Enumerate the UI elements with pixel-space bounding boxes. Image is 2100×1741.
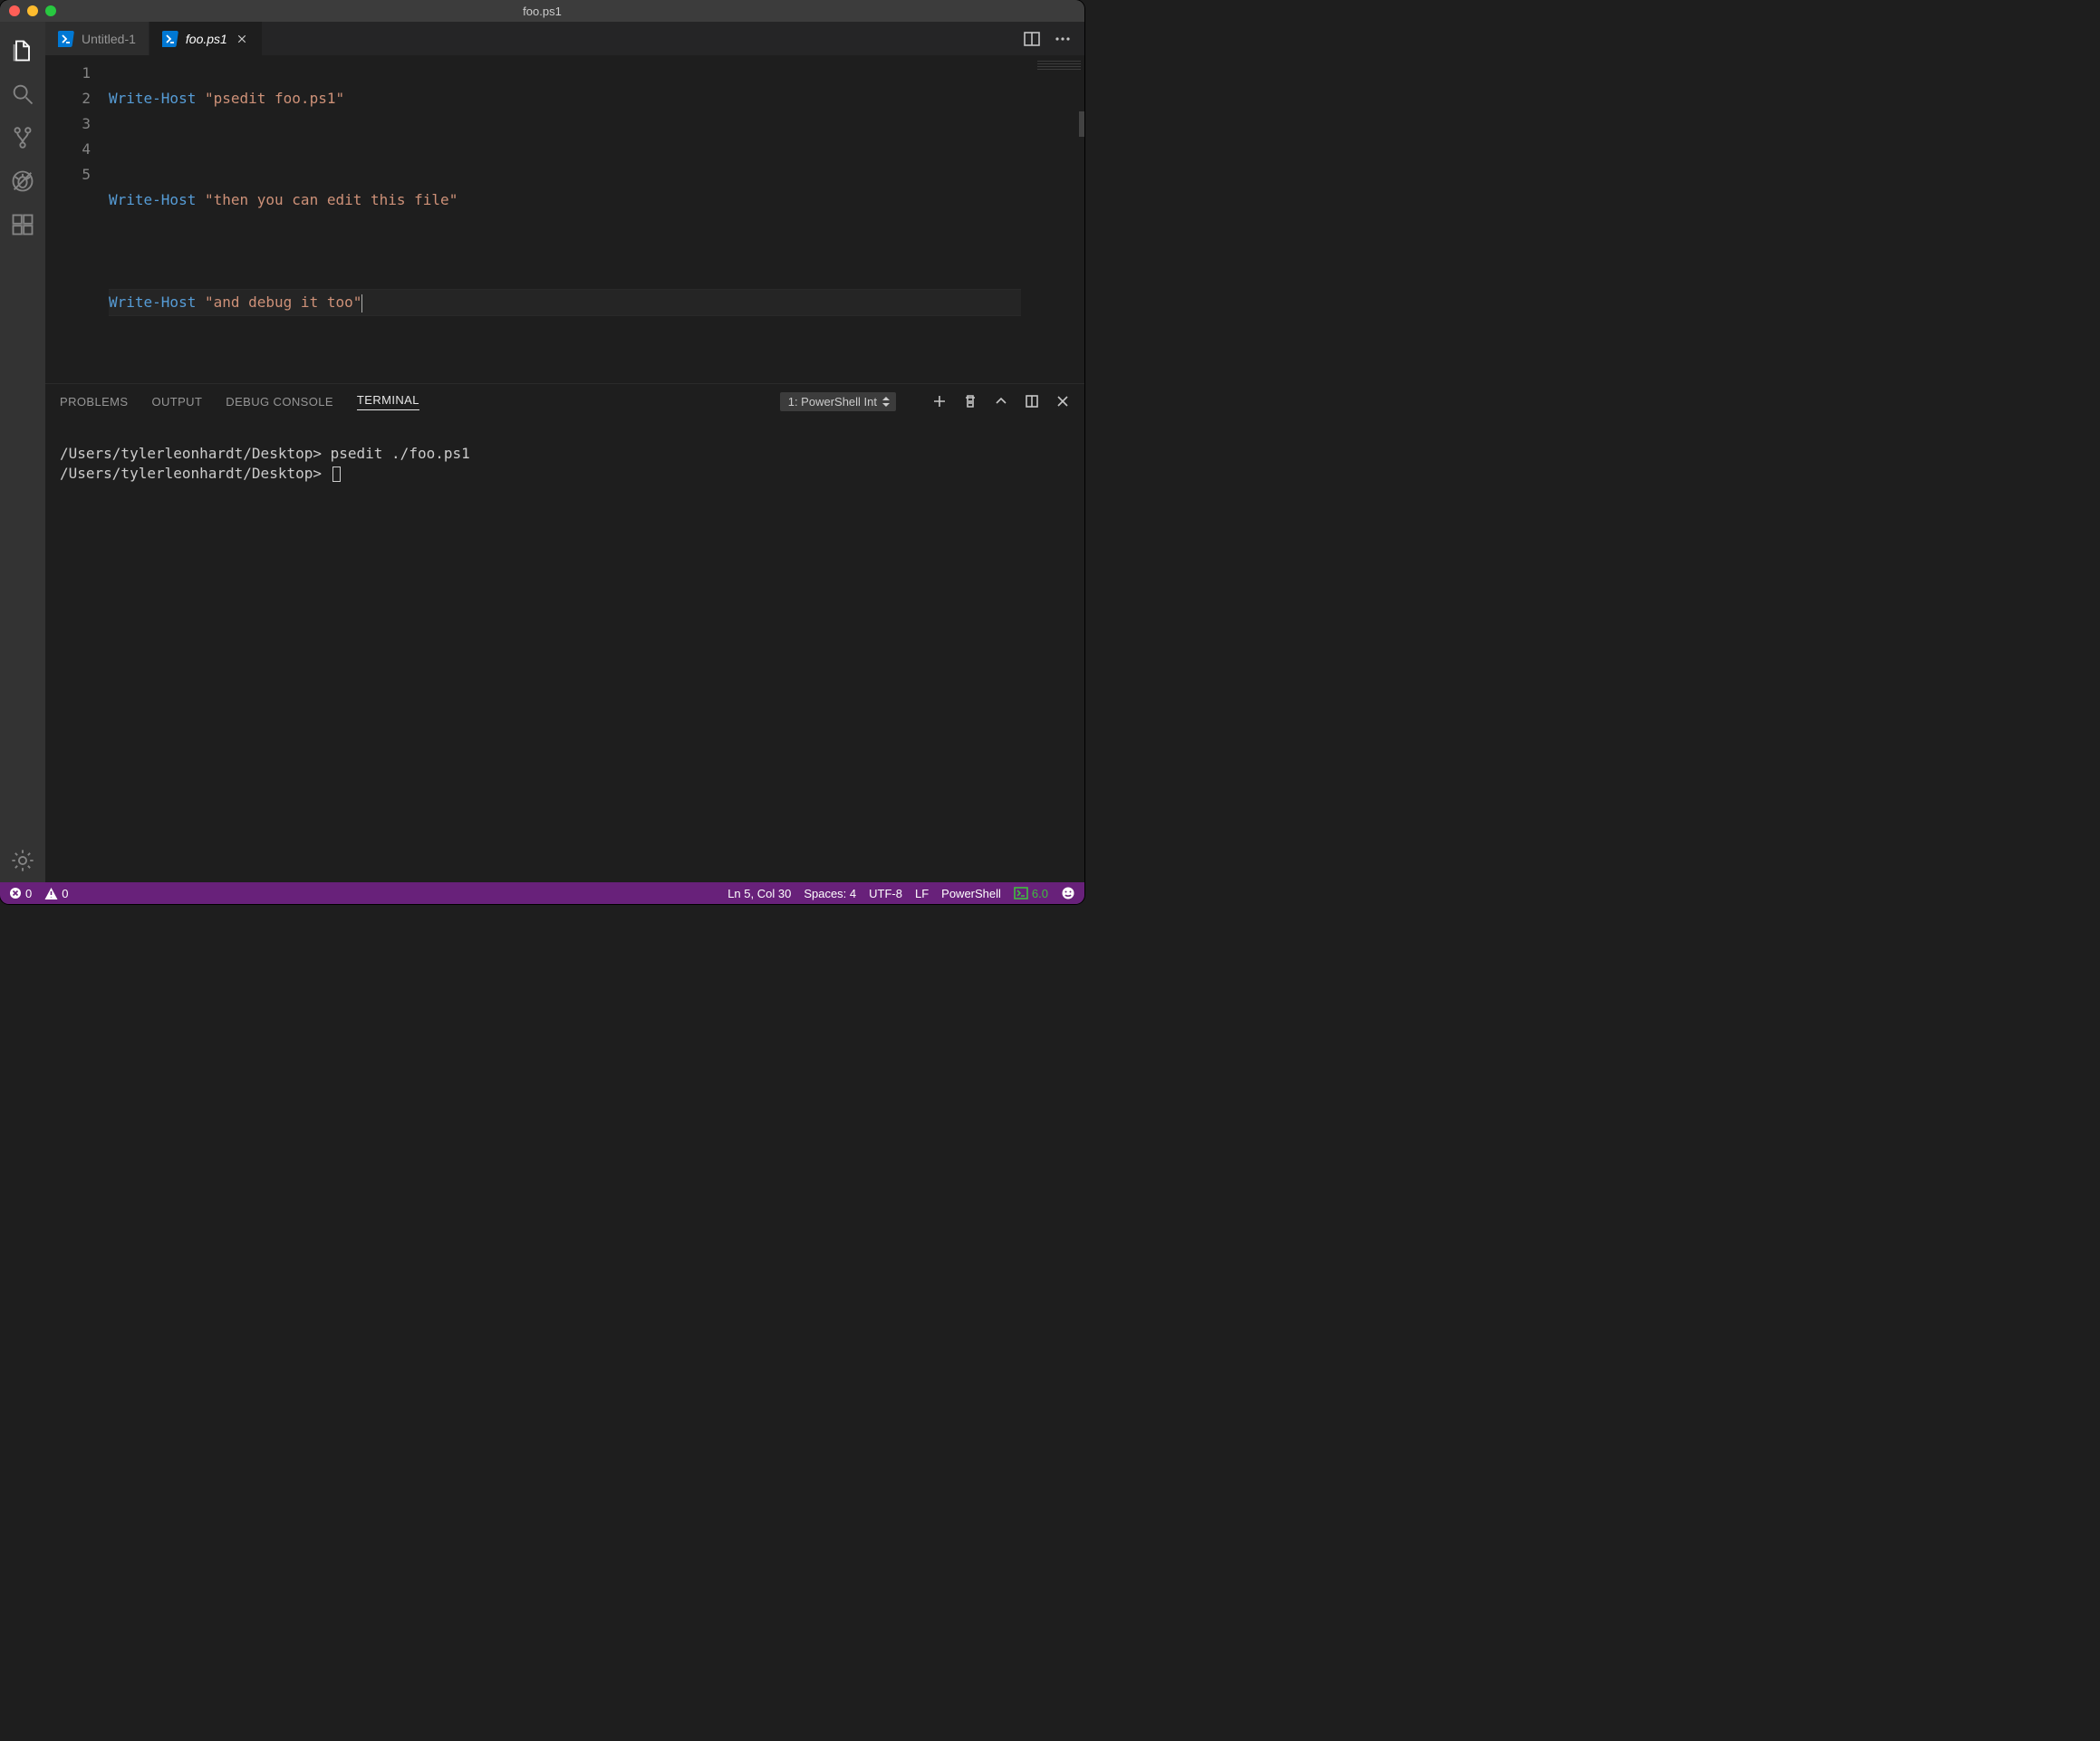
maximize-panel-icon[interactable] (1025, 394, 1039, 409)
status-powershell-version[interactable]: 6.0 (1014, 887, 1048, 900)
search-icon (10, 82, 35, 107)
status-encoding[interactable]: UTF-8 (869, 887, 902, 900)
overview-ruler-mark (1079, 111, 1084, 137)
new-terminal-icon[interactable] (932, 394, 947, 409)
code-line (109, 137, 1030, 162)
line-number-gutter: 1 2 3 4 5 (45, 55, 109, 383)
line-number: 3 (45, 111, 91, 137)
extensions-icon (10, 212, 35, 237)
tab-close-button[interactable] (235, 32, 249, 46)
panel: PROBLEMS OUTPUT DEBUG CONSOLE TERMINAL 1… (45, 383, 1084, 882)
terminal-selector[interactable]: 1: PowerShell Int (780, 392, 896, 411)
activity-settings[interactable] (0, 839, 45, 882)
panel-tabs: PROBLEMS OUTPUT DEBUG CONSOLE TERMINAL 1… (45, 384, 1084, 418)
close-window-button[interactable] (9, 5, 20, 16)
source-control-icon (10, 125, 35, 150)
panel-tab-debug-console[interactable]: DEBUG CONSOLE (226, 395, 333, 409)
tab-foo-ps1[interactable]: foo.ps1 (149, 22, 263, 55)
close-icon (236, 34, 247, 44)
editor[interactable]: 1 2 3 4 5 Write-Host "psedit foo.ps1" Wr… (45, 55, 1084, 383)
terminal-prompt-icon (1014, 887, 1028, 899)
status-warning-count: 0 (62, 887, 68, 900)
split-editor-icon[interactable] (1023, 30, 1041, 48)
line-number: 4 (45, 137, 91, 162)
activity-debug[interactable] (0, 159, 45, 203)
tab-label: Untitled-1 (82, 32, 136, 46)
status-feedback[interactable] (1061, 886, 1075, 900)
files-icon (10, 38, 35, 63)
minimap[interactable] (1030, 55, 1084, 383)
window-title: foo.ps1 (0, 5, 1084, 18)
kill-terminal-icon[interactable] (963, 394, 978, 409)
status-language-mode[interactable]: PowerShell (941, 887, 1001, 900)
text-cursor (361, 294, 362, 313)
vscode-window: foo.ps1 (0, 0, 1084, 904)
terminal[interactable]: /Users/tylerleonhardt/Desktop> psedit ./… (45, 418, 1084, 882)
smiley-icon (1061, 886, 1075, 900)
gear-icon (10, 848, 35, 873)
warning-icon (44, 887, 58, 900)
status-warnings[interactable]: 0 (44, 887, 68, 900)
minimize-window-button[interactable] (27, 5, 38, 16)
debug-icon (10, 168, 35, 194)
status-eol[interactable]: LF (915, 887, 929, 900)
more-icon[interactable] (1054, 30, 1072, 48)
status-indentation[interactable]: Spaces: 4 (804, 887, 856, 900)
editor-tabs: Untitled-1 foo.ps1 (45, 22, 1084, 55)
activity-search[interactable] (0, 72, 45, 116)
panel-tab-terminal[interactable]: TERMINAL (357, 393, 419, 410)
tab-untitled-1[interactable]: Untitled-1 (45, 22, 149, 55)
activity-source-control[interactable] (0, 116, 45, 159)
status-error-count: 0 (25, 887, 32, 900)
tab-label: foo.ps1 (186, 32, 227, 46)
zoom-window-button[interactable] (45, 5, 56, 16)
panel-tab-problems[interactable]: PROBLEMS (60, 395, 128, 409)
activity-explorer[interactable] (0, 29, 45, 72)
code-line: Write-Host "and debug it too" (109, 289, 1030, 316)
line-number: 2 (45, 86, 91, 111)
status-bar: 0 0 Ln 5, Col 30 Spaces: 4 UTF-8 LF Powe… (0, 882, 1084, 904)
code-line (109, 238, 1030, 264)
error-icon (9, 887, 22, 899)
status-cursor-position[interactable]: Ln 5, Col 30 (727, 887, 791, 900)
status-errors[interactable]: 0 (9, 887, 32, 900)
activity-extensions[interactable] (0, 203, 45, 246)
panel-tab-output[interactable]: OUTPUT (151, 395, 202, 409)
status-ps-version-text: 6.0 (1032, 887, 1048, 900)
powershell-icon (162, 31, 178, 47)
window-controls (9, 5, 56, 16)
terminal-cursor (332, 467, 341, 482)
chevron-up-icon[interactable] (994, 394, 1008, 409)
activity-bar (0, 22, 45, 882)
titlebar[interactable]: foo.ps1 (0, 0, 1084, 22)
powershell-icon (58, 31, 74, 47)
line-number: 1 (45, 61, 91, 86)
line-number: 5 (45, 162, 91, 188)
code-line: Write-Host "then you can edit this file" (109, 188, 1030, 213)
code-area[interactable]: Write-Host "psedit foo.ps1" Write-Host "… (109, 55, 1030, 383)
close-panel-icon[interactable] (1055, 394, 1070, 409)
terminal-line: /Users/tylerleonhardt/Desktop> (60, 465, 331, 482)
terminal-line: /Users/tylerleonhardt/Desktop> psedit ./… (60, 445, 470, 462)
code-line: Write-Host "psedit foo.ps1" (109, 86, 1030, 111)
